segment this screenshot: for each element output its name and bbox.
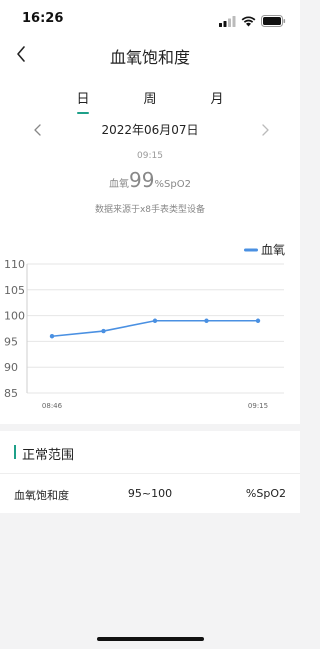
- normal-range-header: 正常范围: [0, 431, 300, 473]
- section-accent-bar: [14, 445, 16, 459]
- y-tick-label: 105: [4, 284, 25, 297]
- tab-month[interactable]: 月: [197, 88, 237, 107]
- blood-oxygen-chart: 110 105 100 95 90 85 08:46 09:15 血氧: [4, 243, 285, 410]
- tab-active-indicator: [77, 112, 89, 114]
- normal-range-title: 正常范围: [22, 448, 75, 463]
- tab-week[interactable]: 周: [130, 88, 170, 107]
- current-date: 2022年06月07日: [101, 123, 199, 137]
- reading-value-row: 血氧99%SpO2: [0, 168, 300, 192]
- reading-unit: %SpO2: [154, 179, 191, 190]
- reading-prefix: 血氧: [109, 179, 130, 190]
- range-name: 血氧饱和度: [14, 489, 69, 502]
- reading-time: 09:15: [137, 151, 163, 161]
- y-tick-label: 85: [4, 387, 18, 400]
- page-title: 血氧饱和度: [109, 48, 190, 67]
- nav-bar: 血氧饱和度: [0, 36, 300, 76]
- signal-icon: [219, 12, 236, 31]
- data-point: [49, 334, 55, 339]
- data-point: [101, 328, 106, 334]
- data-point: [255, 318, 261, 323]
- chevron-right-icon: [262, 124, 269, 136]
- y-tick-label: 100: [4, 310, 25, 323]
- legend-swatch: [244, 248, 258, 252]
- header-card: 日 周 月 2022年06月07日 09:15 血氧99%SpO2 数据来源于x…: [0, 76, 300, 224]
- next-date-button[interactable]: [258, 122, 272, 136]
- reading-value: 99: [129, 168, 155, 192]
- status-time: 16:26: [22, 11, 64, 26]
- data-point: [204, 318, 209, 323]
- range-unit: %SpO2: [245, 487, 286, 500]
- series-line: [51, 319, 258, 338]
- data-source-text: 数据来源于x8手表类型设备: [94, 205, 206, 215]
- legend-label: 血氧: [261, 243, 285, 257]
- y-tick-label: 95: [4, 335, 18, 348]
- chart-card: 110 105 100 95 90 85 08:46 09:15 血氧: [0, 224, 300, 424]
- date-row: 2022年06月07日: [0, 120, 300, 140]
- y-tick-label: 110: [4, 258, 25, 271]
- range-value: 95~100: [127, 487, 173, 500]
- x-tick-label: 08:46: [42, 402, 63, 410]
- status-bar: 16:26: [0, 0, 300, 36]
- x-tick-label: 09:15: [248, 402, 268, 410]
- wifi-icon: [241, 12, 256, 31]
- data-point: [152, 318, 158, 323]
- battery-icon: [261, 12, 286, 31]
- home-indicator: [97, 637, 204, 641]
- normal-range-row: 血氧饱和度 95~100 %SpO2: [0, 473, 300, 513]
- tab-day[interactable]: 日: [63, 88, 103, 107]
- y-tick-label: 90: [4, 361, 18, 374]
- status-icons: [219, 12, 286, 31]
